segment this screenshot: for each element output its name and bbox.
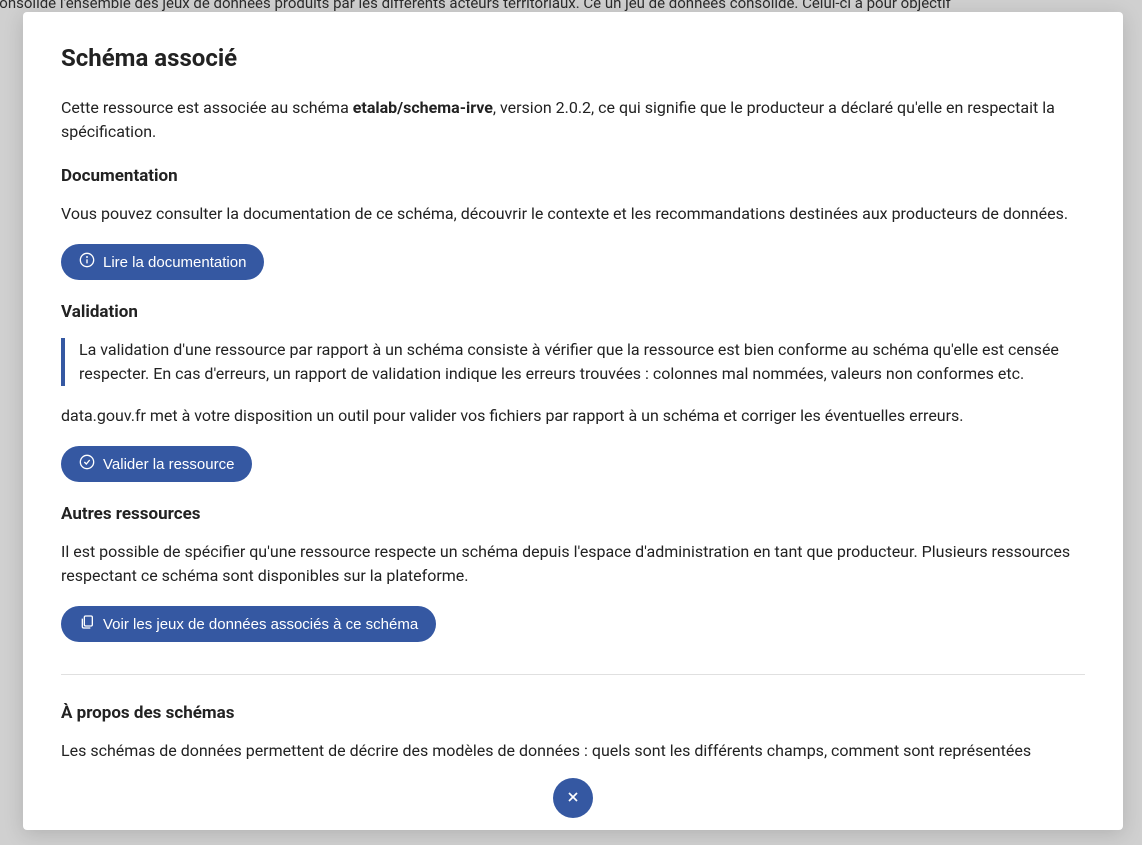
validation-text: data.gouv.fr met à votre disposition un … [61,404,1085,428]
other-resources-heading: Autres ressources [61,504,1085,524]
info-icon [79,252,95,272]
close-icon [565,789,581,808]
section-divider [61,674,1085,675]
button-label: Valider la ressource [103,456,234,473]
intro-paragraph: Cette ressource est associée au schéma e… [61,96,1085,144]
copy-icon [79,614,95,634]
documentation-text: Vous pouvez consulter la documentation d… [61,202,1085,226]
other-resources-text: Il est possible de spécifier qu'une ress… [61,540,1085,588]
validation-heading: Validation [61,302,1085,322]
read-documentation-button[interactable]: Lire la documentation [61,244,264,280]
validate-resource-button[interactable]: Valider la ressource [61,446,252,482]
intro-prefix: Cette ressource est associée au schéma [61,98,353,117]
documentation-heading: Documentation [61,166,1085,186]
view-datasets-button[interactable]: Voir les jeux de données associés à ce s… [61,606,436,642]
close-modal-button[interactable] [553,778,593,818]
schema-modal: Schéma associé Cette ressource est assoc… [23,12,1123,830]
check-circle-icon [79,454,95,474]
button-label: Voir les jeux de données associés à ce s… [103,616,418,633]
button-label: Lire la documentation [103,254,246,271]
validation-quote-text: La validation d'une ressource par rappor… [79,338,1085,386]
modal-content: Schéma associé Cette ressource est assoc… [23,12,1123,830]
validation-quote: La validation d'une ressource par rappor… [61,338,1085,386]
schema-name: etalab/schema-irve [353,98,493,117]
about-schemas-heading: À propos des schémas [61,703,1085,723]
modal-title: Schéma associé [61,44,1085,72]
about-schemas-text: Les schémas de données permettent de déc… [61,739,1085,763]
